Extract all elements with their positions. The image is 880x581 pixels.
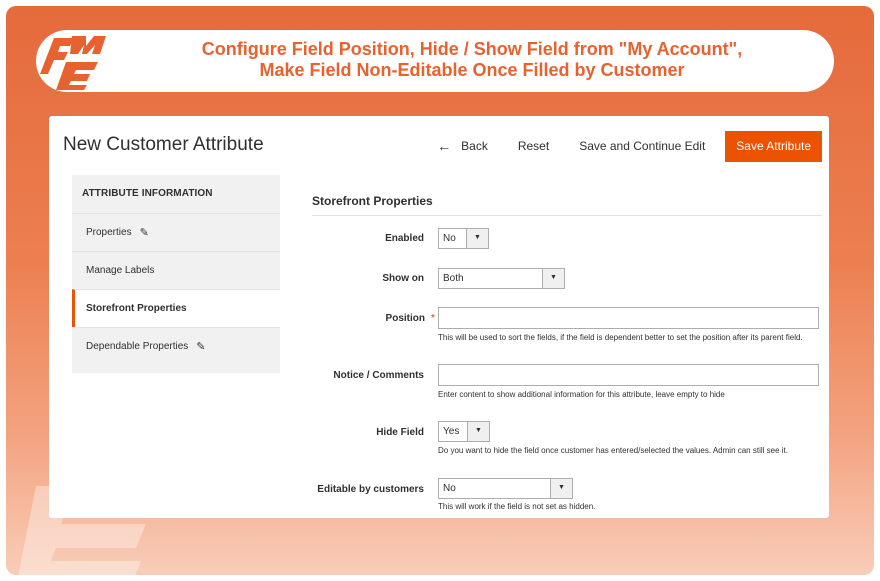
save-and-continue-button[interactable]: Save and Continue Edit bbox=[579, 139, 705, 153]
enabled-label: Enabled bbox=[385, 233, 424, 244]
pencil-icon: ✎ bbox=[196, 341, 206, 353]
hide-field-note: Do you want to hide the field once custo… bbox=[438, 446, 788, 455]
back-label: Back bbox=[461, 139, 488, 153]
chevron-down-icon: ▼ bbox=[542, 269, 564, 288]
fme-logo-icon bbox=[40, 36, 106, 90]
editable-value: No bbox=[443, 483, 456, 494]
show-on-label: Show on bbox=[382, 273, 424, 284]
page-title: New Customer Attribute bbox=[63, 134, 264, 155]
chevron-down-icon: ▼ bbox=[466, 229, 488, 248]
banner-title-line-2: Make Field Non-Editable Once Filled by C… bbox=[259, 60, 685, 80]
sidebar-item-label: Manage Labels bbox=[86, 265, 155, 276]
required-icon: * bbox=[431, 313, 435, 324]
notice-label: Notice / Comments bbox=[333, 370, 424, 381]
back-button[interactable]: ← Back bbox=[437, 138, 488, 154]
show-on-select[interactable]: Both ▼ bbox=[438, 268, 565, 289]
sidebar-item-label: Storefront Properties bbox=[86, 303, 187, 314]
hide-field-value: Yes bbox=[443, 426, 460, 437]
sidebar-heading: ATTRIBUTE INFORMATION bbox=[82, 188, 213, 199]
editable-note: This will work if the field is not set a… bbox=[438, 502, 596, 511]
admin-panel: New Customer Attribute ← Back Reset Save… bbox=[49, 116, 829, 518]
sidebar-item-label: Properties bbox=[86, 227, 132, 238]
banner-title-line-1: Configure Field Position, Hide / Show Fi… bbox=[201, 39, 743, 59]
hide-field-label: Hide Field bbox=[376, 427, 424, 438]
chevron-down-icon: ▼ bbox=[550, 479, 572, 498]
position-note: This will be used to sort the fields, if… bbox=[438, 333, 803, 342]
notice-input[interactable] bbox=[438, 364, 819, 386]
page-actions: ← Back Reset Save and Continue Edit Save… bbox=[407, 130, 822, 162]
section-title: Storefront Properties bbox=[312, 194, 433, 208]
attribute-info-sidebar: ATTRIBUTE INFORMATION Properties ✎ Manag… bbox=[72, 175, 280, 373]
editable-label: Editable by customers bbox=[317, 484, 424, 495]
sidebar-item-manage-labels[interactable]: Manage Labels bbox=[72, 251, 280, 289]
arrow-left-icon: ← bbox=[437, 138, 452, 154]
enabled-select[interactable]: No ▼ bbox=[438, 228, 489, 249]
save-attribute-button[interactable]: Save Attribute bbox=[725, 130, 822, 162]
position-label: Position bbox=[385, 313, 425, 324]
banner-title: Configure Field Position, Hide / Show Fi… bbox=[132, 39, 812, 81]
hide-field-select[interactable]: Yes ▼ bbox=[438, 421, 490, 442]
chevron-down-icon: ▼ bbox=[467, 422, 489, 441]
sidebar-item-label: Dependable Properties bbox=[86, 341, 189, 352]
editable-select[interactable]: No ▼ bbox=[438, 478, 573, 499]
background-frame: Configure Field Position, Hide / Show Fi… bbox=[6, 6, 874, 575]
header-banner: Configure Field Position, Hide / Show Fi… bbox=[36, 30, 834, 92]
sidebar-item-storefront-properties[interactable]: Storefront Properties bbox=[72, 289, 280, 327]
show-on-value: Both bbox=[443, 273, 464, 284]
sidebar-item-dependable-properties[interactable]: Dependable Properties ✎ bbox=[72, 327, 280, 365]
notice-note: Enter content to show additional informa… bbox=[438, 390, 725, 399]
position-input[interactable] bbox=[438, 307, 819, 329]
sidebar-item-properties[interactable]: Properties ✎ bbox=[72, 213, 280, 251]
reset-button[interactable]: Reset bbox=[518, 139, 549, 153]
enabled-value: No bbox=[443, 233, 456, 244]
section-divider bbox=[312, 215, 822, 216]
pencil-icon: ✎ bbox=[139, 227, 149, 239]
